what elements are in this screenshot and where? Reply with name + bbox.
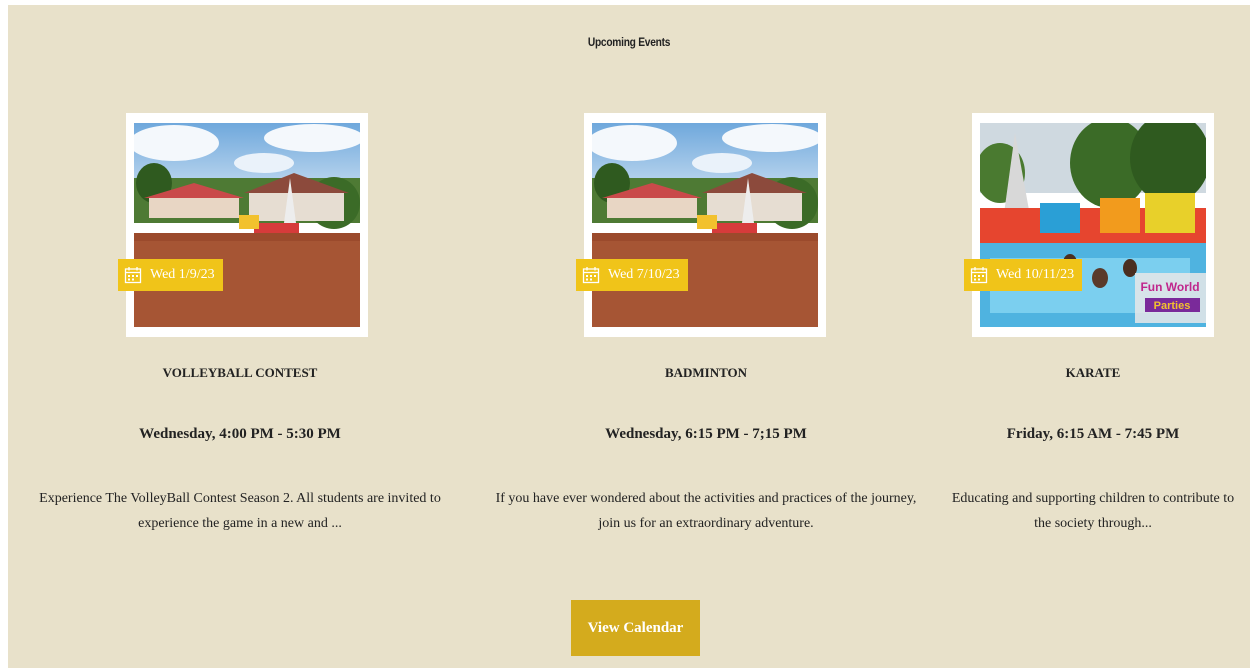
event-date: Wed 10/11/23 xyxy=(996,267,1075,282)
event-card: Fun World Parties Wed 10/11/23 KARATE Fr… xyxy=(948,5,1238,565)
event-description: Educating and supporting children to con… xyxy=(951,491,1235,531)
event-title[interactable]: VOLLEYBALL CONTEST xyxy=(40,365,440,381)
image-text-line1: Fun World xyxy=(1140,280,1199,294)
event-time: Wednesday, 4:00 PM - 5:30 PM xyxy=(139,426,341,442)
image-text-line2: Parties xyxy=(1154,300,1191,312)
date-badge: Wed 10/11/23 xyxy=(964,259,1083,291)
event-photo: Fun World Parties xyxy=(980,123,1206,327)
event-title[interactable]: KARATE xyxy=(948,365,1238,381)
event-image-frame[interactable] xyxy=(126,113,368,337)
calendar-icon xyxy=(582,267,600,284)
event-card: Wed 7/10/23 BADMINTON Wednesday, 6:15 PM… xyxy=(496,5,916,565)
upcoming-events-section: Upcoming Events Wed 1/9/23 VOLLEYBALL CO… xyxy=(8,5,1250,668)
event-date: Wed 7/10/23 xyxy=(608,267,680,282)
view-calendar-button[interactable]: View Calendar xyxy=(571,600,700,656)
date-badge: Wed 7/10/23 xyxy=(576,259,688,291)
event-image-frame[interactable]: Fun World Parties xyxy=(972,113,1214,337)
event-title[interactable]: BADMINTON xyxy=(506,365,906,381)
event-description: If you have ever wondered about the acti… xyxy=(495,491,917,531)
event-time: Wednesday, 6:15 PM - 7;15 PM xyxy=(605,426,807,442)
event-card: Wed 1/9/23 VOLLEYBALL CONTEST Wednesday,… xyxy=(39,5,441,565)
event-date: Wed 1/9/23 xyxy=(150,267,215,282)
event-description: Experience The VolleyBall Contest Season… xyxy=(39,491,441,531)
event-photo xyxy=(592,123,818,327)
event-image-frame[interactable] xyxy=(584,113,826,337)
event-time: Friday, 6:15 AM - 7:45 PM xyxy=(1006,426,1180,442)
date-badge: Wed 1/9/23 xyxy=(118,259,223,291)
page: Upcoming Events Wed 1/9/23 VOLLEYBALL CO… xyxy=(0,0,1250,668)
calendar-icon xyxy=(124,267,142,284)
calendar-icon xyxy=(970,267,988,284)
event-photo xyxy=(134,123,360,327)
